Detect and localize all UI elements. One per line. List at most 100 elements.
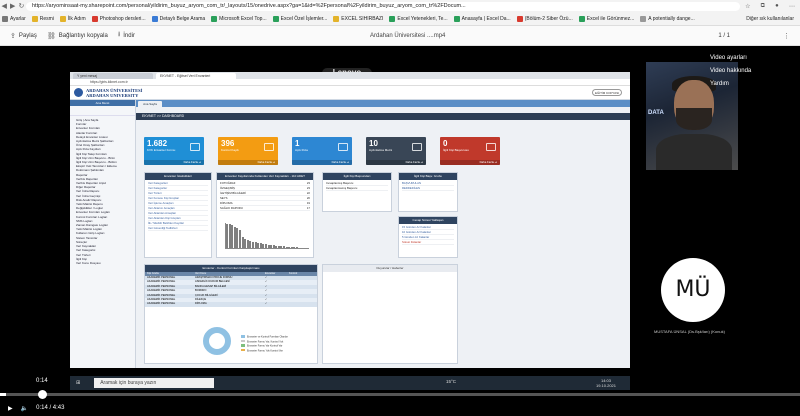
- source-count: 20: [306, 196, 310, 200]
- kpi-card[interactable]: 396 Kontrol Kaydı Daha Fazla ➜: [218, 137, 278, 165]
- kpi-card[interactable]: 1.682 KVK Envanter Formu Daha Fazla ➜: [144, 137, 204, 165]
- menu-video-about[interactable]: Video hakkında: [710, 65, 780, 78]
- table-row[interactable]: AKADEMİK PERSONEL DİPLOMA ✓: [145, 302, 317, 307]
- background-text: DATA: [648, 110, 664, 116]
- user-pill[interactable]: EĞİTİM KOPYASI: [592, 89, 622, 96]
- refresh-icon[interactable]: ↻: [19, 2, 25, 10]
- play-icon[interactable]: ▶: [8, 405, 13, 412]
- taskbar-search[interactable]: Aramak için buraya yazın: [94, 378, 215, 388]
- bookmark-item[interactable]: A potentially dange...: [640, 15, 695, 22]
- bookmark-favicon-icon: [211, 15, 218, 22]
- kpi-more-link[interactable]: Daha Fazla ➜: [292, 160, 352, 165]
- windows-start-icon[interactable]: ⊞: [76, 380, 80, 386]
- left-menu-tools: [70, 106, 135, 116]
- share-button[interactable]: ⇪ Paylaş: [10, 32, 37, 40]
- kpi-card[interactable]: 0 İlgili Kişi Başvurusu Daha Fazla ➜: [440, 137, 500, 165]
- kpi-card[interactable]: 1 Açık Rıza Daha Fazla ➜: [292, 137, 352, 165]
- menu-icon[interactable]: ⋯: [789, 3, 795, 10]
- kpi-more-link[interactable]: Daha Fazla ➜: [144, 160, 204, 165]
- kpi-more-link[interactable]: Daha Fazla ➜: [218, 160, 278, 165]
- panel-requests: İlgili Kişi Başvuruları Cevaplanmış Başv…: [322, 172, 392, 212]
- inner-tab[interactable]: Y yeni mesaj: [73, 73, 153, 79]
- legend-label: Envanter Formu Yok Kontrol Var: [247, 349, 283, 352]
- bookmark-item[interactable]: Excel ile Görünmez...: [578, 15, 634, 22]
- panel-list: Veri Kategorileri Veri Kategoriler Veri Tü…: [145, 180, 211, 232]
- source-name: DİPLOMA: [220, 201, 233, 205]
- check-icon: ✓: [265, 302, 268, 306]
- source-name: SEYS: [220, 196, 228, 200]
- bookmark-item[interactable]: EXCEL SIHIRBAZI: [333, 15, 383, 22]
- share-label: Paylaş: [18, 32, 37, 39]
- kpi-more-link[interactable]: Daha Fazla ➜: [366, 160, 426, 165]
- bookmark-item[interactable]: Excel Özel İşlemler...: [272, 15, 327, 22]
- download-label: İndir: [123, 32, 135, 39]
- bookmarks-bar: Ayarlar Resmi İlk Adım Photoshop dersleri..…: [0, 12, 800, 26]
- list-item[interactable]: Cevaplanmamış Başvuru: [326, 186, 388, 191]
- legend-item: Envanter ve Kontrol Formları Olanlar: [241, 335, 288, 340]
- other-bookmarks[interactable]: Diğer sık kullanılanlar: [746, 16, 794, 22]
- share-icon: ⇪: [10, 32, 16, 40]
- kpi-icon: [412, 143, 422, 151]
- bookmark-label: (Bölüm-2 Siber Özü...: [524, 15, 573, 22]
- university-name-en: ARDAHAN UNIVERSITY: [86, 93, 139, 98]
- inner-url[interactable]: https://giris.kiknet.com.tr: [70, 79, 630, 86]
- kpi-icon: [486, 143, 496, 151]
- bookmark-item[interactable]: İlk Adım: [59, 15, 86, 22]
- back-icon[interactable]: ◀: [2, 2, 7, 10]
- menu-tree-item[interactable]: Veri Konu Dosyası: [76, 261, 135, 265]
- profile-icon[interactable]: ●: [775, 3, 779, 10]
- bookmark-item[interactable]: Resmi: [31, 15, 54, 22]
- site-header: ARDAHAN ÜNİVERSİTESİ ARDAHAN UNIVERSITY …: [70, 86, 630, 100]
- download-button[interactable]: ⭳ İndir: [118, 30, 135, 41]
- legend-item: Envanter Formu Var Kontrol Var: [241, 344, 288, 349]
- bookmark-label: İlk Adım: [67, 15, 86, 22]
- inner-tab-active[interactable]: EKVNET - Eğitsel Veri Envanteri: [156, 73, 236, 79]
- bookmark-item[interactable]: Ayarlar: [2, 15, 26, 22]
- bookmark-item[interactable]: (Bölüm-2 Siber Özü...: [516, 15, 573, 22]
- donut-chart: [203, 327, 231, 355]
- panel-announcements: Duyurular / Haberler: [322, 264, 458, 364]
- tab-home[interactable]: Ana Sayfa: [138, 101, 162, 107]
- bookmark-item[interactable]: Photoshop dersleri...: [91, 15, 146, 22]
- laptop-taskbar: ⊞ Aramak için buraya yazın 15°C 14:03 19…: [70, 376, 630, 390]
- kpi-more-link[interactable]: Daha Fazla ➜: [440, 160, 500, 165]
- bookmark-label: Anasayfa | Excel Da...: [461, 15, 511, 22]
- more-icon[interactable]: ⋮: [783, 32, 790, 40]
- collections-icon[interactable]: ⧉: [761, 3, 765, 10]
- bookmark-item[interactable]: Excel Yetenekleri, Te...: [389, 15, 448, 22]
- bookmark-item[interactable]: Detaylı Belge Arama: [151, 15, 205, 22]
- forward-icon[interactable]: ▶: [10, 2, 15, 10]
- bookmark-item[interactable]: Microsoft Excel Top...: [211, 15, 267, 22]
- dashboard-title: EKVNET >> DASHBOARD: [136, 113, 630, 120]
- list-item[interactable]: Veri Güvenliği Tedbirleri: [148, 226, 208, 231]
- copy-link-button[interactable]: ⛓ Bağlantıyı kopyala: [47, 32, 108, 40]
- favorite-icon[interactable]: ☆: [745, 3, 750, 10]
- legend-swatch: [241, 348, 245, 351]
- list-item[interactable]: Süresi Dolanlar: [402, 240, 454, 245]
- progress-bar[interactable]: [0, 393, 800, 396]
- progress-knob[interactable]: [38, 390, 47, 399]
- volume-icon[interactable]: 🔈: [21, 405, 28, 412]
- kpi-card[interactable]: 10 Aydınlatma Metni Daha Fazla ➜: [366, 137, 426, 165]
- university-logo: [74, 88, 83, 97]
- video-menu: Video ayarları Video hakkında Yardım: [710, 52, 780, 91]
- menu-video-settings[interactable]: Video ayarları: [710, 52, 780, 65]
- url-field[interactable]: https://aryominsaat-my.sharepoint.com/pe…: [26, 1, 740, 11]
- chart-legend: Envanter ve Kontrol Formları Olanlar Enva…: [241, 335, 288, 353]
- panel-comparison: Envanter - Kontrol Formları Karşılaştırm…: [144, 264, 318, 364]
- page-number: 1 / 1: [718, 32, 730, 39]
- university-title: ARDAHAN ÜNİVERSİTESİ ARDAHAN UNIVERSITY: [86, 88, 142, 98]
- cell-group: AKADEMİK PERSONEL: [147, 302, 176, 306]
- player-controls: ▶ 🔈 0:14 / 4:43: [0, 400, 800, 416]
- bookmark-favicon-icon: [389, 15, 396, 22]
- nav-buttons: ◀ ▶ ↻: [0, 2, 26, 10]
- panel-title: İlgili Kişi Başv. Grubu: [399, 173, 457, 180]
- list-item[interactable]: REDDEDİLEN: [402, 186, 454, 191]
- bookmark-label: Excel Yetenekleri, Te...: [397, 15, 448, 22]
- viewer-toolbar: ⇪ Paylaş ⛓ Bağlantıyı kopyala ⭳ İndir Ardah…: [0, 26, 800, 46]
- weather: 15°C: [446, 379, 457, 384]
- source-name: ÖZGEÇMİŞ: [220, 186, 235, 190]
- laptop-screen: Y yeni mesaj EKVNET - Eğitsel Veri Envan…: [70, 72, 630, 368]
- menu-help[interactable]: Yardım: [710, 78, 780, 91]
- bookmark-item[interactable]: Anasayfa | Excel Da...: [453, 15, 511, 22]
